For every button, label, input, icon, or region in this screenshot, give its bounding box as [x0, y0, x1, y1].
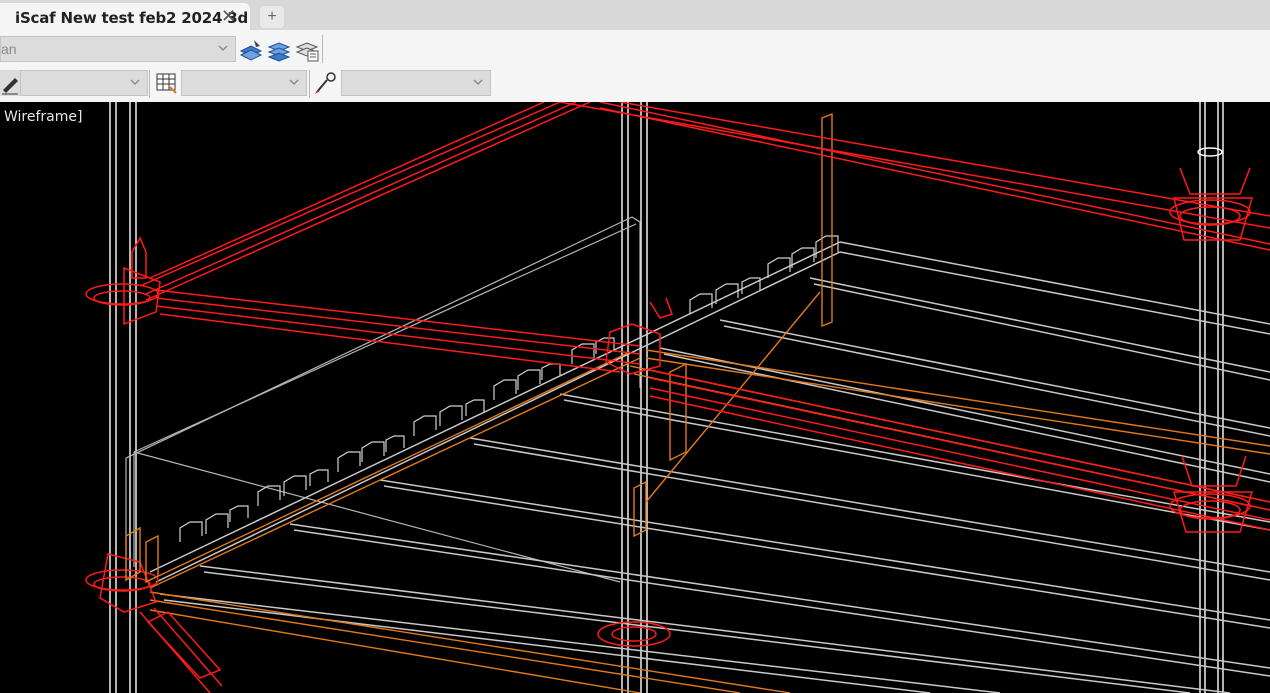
table-style-combo[interactable] [181, 70, 307, 96]
end-toeboard-clip [125, 526, 159, 584]
multileader-style-combo[interactable] [341, 70, 491, 96]
layers-edit-icon[interactable] [266, 37, 292, 63]
toolbar-divider [309, 70, 310, 98]
view-combo-value: an [1, 41, 17, 57]
chevron-down-icon [130, 79, 140, 85]
document-tab[interactable]: iScaf New test feb2 2024 3d ✕ [0, 3, 250, 30]
toolbar-divider [322, 35, 323, 63]
table-icon[interactable] [154, 70, 180, 96]
drawing-viewport[interactable]: Wireframe] [0, 102, 1270, 693]
linetype-combo[interactable] [20, 70, 148, 96]
new-tab-button[interactable]: + [260, 6, 284, 28]
toolbar-divider [149, 70, 150, 98]
layer-properties-icon[interactable] [294, 37, 320, 63]
ledgers [139, 102, 1270, 531]
deck-boards [149, 241, 1270, 693]
view-combo[interactable]: an [0, 36, 236, 62]
brush-icon[interactable] [313, 70, 339, 96]
chevron-down-icon [289, 79, 299, 85]
tab-bar: iScaf New test feb2 2024 3d ✕ + [0, 0, 1270, 30]
chevron-down-icon [218, 45, 228, 51]
guardrail-panel [125, 216, 641, 583]
layers-stack-icon[interactable] [238, 37, 264, 63]
wireframe-model[interactable] [0, 102, 1270, 693]
ribbon-panel: an [0, 30, 1270, 102]
chevron-down-icon [473, 79, 483, 85]
close-tab-icon[interactable]: ✕ [221, 7, 236, 25]
document-tab-title: iScaf New test feb2 2024 3d [15, 9, 249, 27]
toe-boards [149, 112, 1270, 693]
visual-style-label[interactable]: Wireframe] [4, 109, 82, 125]
